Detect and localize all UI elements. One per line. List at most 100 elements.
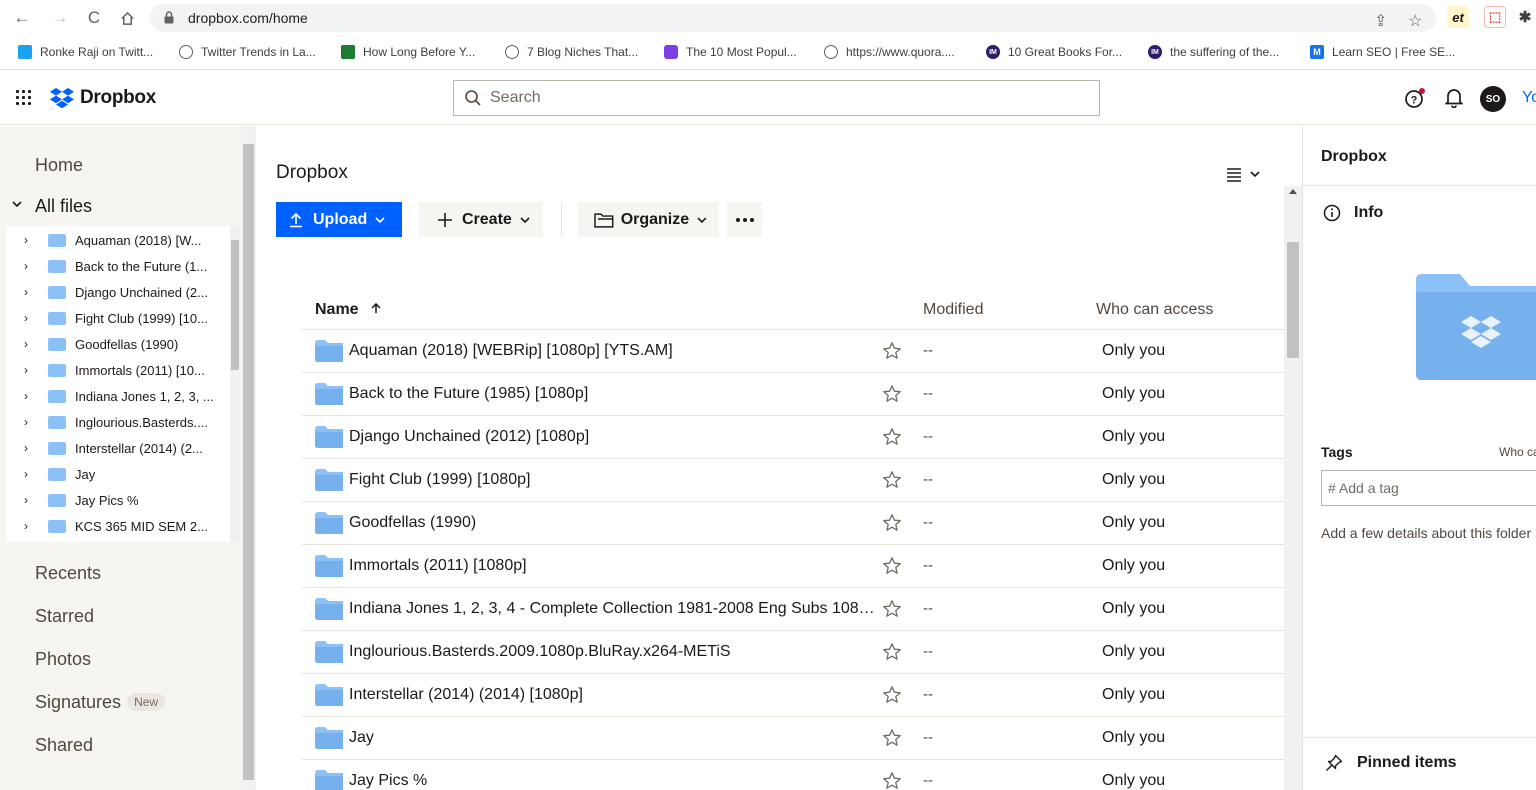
bookmark-item[interactable]: Ronke Raji on Twitt...: [18, 45, 153, 59]
info-tab[interactable]: Info: [1323, 204, 1383, 222]
star-icon[interactable]: [882, 556, 902, 576]
column-who-can-access[interactable]: Who can access: [1096, 301, 1213, 319]
tree-item[interactable]: › Inglourious.Basterds....: [6, 409, 228, 435]
more-options-button[interactable]: [727, 202, 762, 237]
file-name[interactable]: Goodfellas (1990): [349, 514, 877, 532]
chevron-down-icon[interactable]: [12, 199, 22, 209]
chevron-right-icon[interactable]: ›: [24, 467, 34, 481]
file-name[interactable]: Aquaman (2018) [WEBRip] [1080p] [YTS.AM]: [349, 342, 877, 360]
organize-button[interactable]: Organize: [578, 202, 719, 237]
chevron-right-icon[interactable]: ›: [24, 441, 34, 455]
file-name[interactable]: Interstellar (2014) (2014) [1080p]: [349, 686, 877, 704]
tree-scrollbar-thumb[interactable]: [231, 240, 239, 370]
chevron-right-icon[interactable]: ›: [24, 259, 34, 273]
file-name[interactable]: Indiana Jones 1, 2, 3, 4 - Complete Coll…: [349, 600, 877, 618]
table-row[interactable]: Indiana Jones 1, 2, 3, 4 - Complete Coll…: [302, 588, 1284, 631]
nav-photos[interactable]: Photos: [35, 649, 91, 670]
table-row[interactable]: Fight Club (1999) [1080p] -- Only you: [302, 459, 1284, 502]
bookmark-item[interactable]: Twitter Trends in La...: [179, 45, 316, 59]
chevron-right-icon[interactable]: ›: [24, 415, 34, 429]
column-name[interactable]: Name: [315, 301, 381, 319]
table-row[interactable]: Goodfellas (1990) -- Only you: [302, 502, 1284, 545]
star-icon[interactable]: [882, 470, 902, 490]
file-name[interactable]: Back to the Future (1985) [1080p]: [349, 385, 877, 403]
avatar[interactable]: SO: [1480, 86, 1506, 112]
bell-icon[interactable]: [1443, 87, 1465, 109]
bookmark-item[interactable]: IM 10 Great Books For...: [986, 45, 1122, 59]
table-row[interactable]: Immortals (2011) [1080p] -- Only you: [302, 545, 1284, 588]
tree-item[interactable]: › KCS 365 MID SEM 2...: [6, 513, 228, 539]
create-button[interactable]: Create: [419, 202, 543, 237]
extension-et-icon[interactable]: et: [1447, 6, 1469, 28]
main-scrollbar[interactable]: [1284, 186, 1302, 790]
file-name[interactable]: Django Unchained (2012) [1080p]: [349, 428, 877, 446]
star-icon[interactable]: [882, 513, 902, 533]
table-row[interactable]: Interstellar (2014) (2014) [1080p] -- Only…: [302, 674, 1284, 717]
folder-description-field[interactable]: Add a few details about this folder l: [1321, 525, 1536, 541]
tree-item[interactable]: › Fight Club (1999) [10...: [6, 305, 228, 331]
bookmark-item[interactable]: IM the suffering of the...: [1148, 45, 1279, 59]
table-row[interactable]: Back to the Future (1985) [1080p] -- Only …: [302, 373, 1284, 416]
scroll-up-arrow-icon[interactable]: [1289, 189, 1297, 194]
tree-item[interactable]: › Django Unchained (2...: [6, 279, 228, 305]
table-row[interactable]: Jay Pics % -- Only you: [302, 760, 1284, 790]
chevron-right-icon[interactable]: ›: [24, 337, 34, 351]
bookmark-item[interactable]: How Long Before Y...: [341, 45, 475, 59]
pinned-items[interactable]: Pinned items: [1325, 754, 1457, 772]
forward-arrow-icon[interactable]: →: [49, 7, 71, 29]
tree-item[interactable]: › Jay Pics %: [6, 487, 228, 513]
tree-item[interactable]: › Jay: [6, 461, 228, 487]
nav-signatures[interactable]: Signatures New: [35, 692, 166, 713]
table-row[interactable]: Django Unchained (2012) [1080p] -- Only yo…: [302, 416, 1284, 459]
chevron-right-icon[interactable]: ›: [24, 311, 34, 325]
chevron-right-icon[interactable]: ›: [24, 493, 34, 507]
search-input[interactable]: [490, 87, 1080, 109]
nav-recents[interactable]: Recents: [35, 563, 101, 584]
back-arrow-icon[interactable]: ←: [11, 7, 33, 29]
tree-scrollbar[interactable]: [230, 226, 240, 542]
home-icon[interactable]: [116, 7, 138, 29]
nav-scrollbar-thumb[interactable]: [243, 144, 254, 780]
help-icon[interactable]: ?: [1404, 87, 1426, 109]
search-box[interactable]: [453, 80, 1100, 116]
chevron-right-icon[interactable]: ›: [24, 233, 34, 247]
bookmark-star-icon[interactable]: ☆: [1408, 11, 1422, 31]
file-name[interactable]: Fight Club (1999) [1080p]: [349, 471, 877, 489]
star-icon[interactable]: [882, 384, 902, 404]
extensions-puzzle-icon[interactable]: ✱: [1514, 6, 1536, 28]
upload-button[interactable]: Upload: [276, 202, 402, 237]
nav-starred[interactable]: Starred: [35, 606, 94, 627]
nav-scrollbar[interactable]: [241, 126, 256, 790]
chevron-right-icon[interactable]: ›: [24, 285, 34, 299]
file-name[interactable]: Immortals (2011) [1080p]: [349, 557, 877, 575]
table-row[interactable]: Jay -- Only you: [302, 717, 1284, 760]
tree-item[interactable]: › Goodfellas (1990): [6, 331, 228, 357]
star-icon[interactable]: [882, 427, 902, 447]
view-toggle-icon[interactable]: [1226, 166, 1264, 182]
star-icon[interactable]: [882, 685, 902, 705]
star-icon[interactable]: [882, 728, 902, 748]
share-icon[interactable]: ⇪: [1374, 11, 1387, 31]
table-row[interactable]: Inglourious.Basterds.2009.1080p.BluRay.x…: [302, 631, 1284, 674]
column-modified[interactable]: Modified: [923, 301, 983, 319]
tree-item[interactable]: › Immortals (2011) [10...: [6, 357, 228, 383]
nav-all-files[interactable]: All files: [35, 196, 92, 217]
extension-red-icon[interactable]: ⬚: [1484, 6, 1506, 28]
dropbox-logo[interactable]: Dropbox: [50, 87, 156, 109]
file-name[interactable]: Jay Pics %: [349, 772, 877, 790]
tree-item[interactable]: › Aquaman (2018) [W...: [6, 227, 228, 253]
address-bar[interactable]: dropbox.com/home ⇪ ☆: [150, 4, 1436, 32]
bookmark-item[interactable]: The 10 Most Popul...: [664, 45, 797, 59]
star-icon[interactable]: [882, 599, 902, 619]
file-name[interactable]: Inglourious.Basterds.2009.1080p.BluRay.x…: [349, 643, 877, 661]
chevron-right-icon[interactable]: ›: [24, 519, 34, 533]
reload-icon[interactable]: C: [83, 7, 105, 29]
star-icon[interactable]: [882, 642, 902, 662]
tree-item[interactable]: › Indiana Jones 1, 2, 3, ...: [6, 383, 228, 409]
star-icon[interactable]: [882, 771, 902, 790]
add-tag-input[interactable]: # Add a tag: [1321, 470, 1536, 506]
bookmark-item[interactable]: https://www.quora....: [824, 45, 955, 59]
table-row[interactable]: Aquaman (2018) [WEBRip] [1080p] [YTS.AM]…: [302, 330, 1284, 373]
bookmark-item[interactable]: M Learn SEO | Free SE...: [1310, 45, 1455, 59]
nav-home[interactable]: Home: [35, 155, 83, 176]
